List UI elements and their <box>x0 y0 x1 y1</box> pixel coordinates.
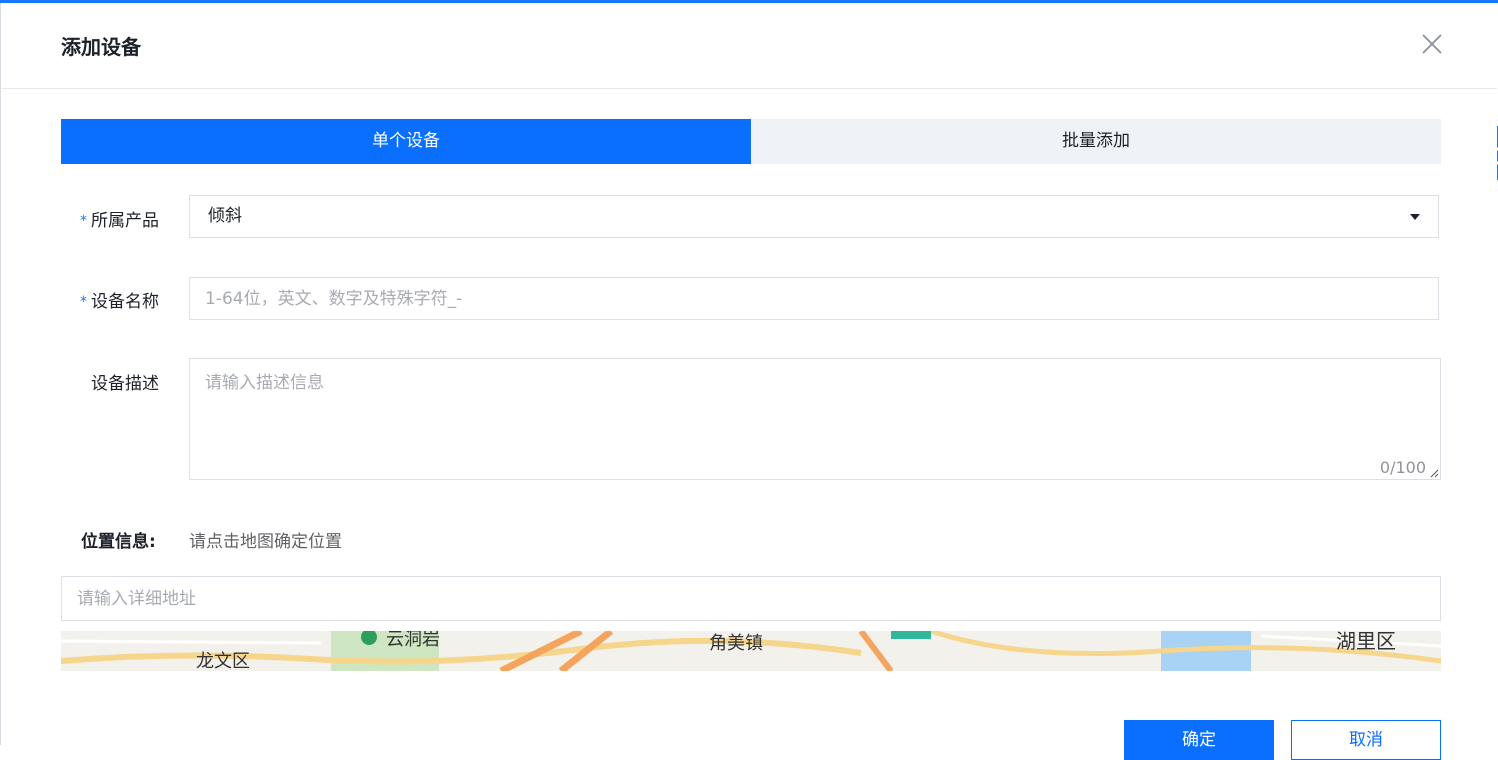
dialog-title: 添加设备 <box>61 35 141 59</box>
required-mark: * <box>80 213 87 229</box>
dialog-header: 添加设备 <box>1 3 1497 89</box>
resize-handle-icon[interactable] <box>1430 469 1439 478</box>
device-mode-tabs: 单个设备 批量添加 <box>61 119 1441 164</box>
caret-down-icon <box>1410 214 1420 220</box>
map-label-jiaomei: 角美镇 <box>709 633 763 654</box>
required-mark: * <box>80 294 87 310</box>
description-label: 设备描述 <box>91 374 159 394</box>
close-icon <box>1422 34 1442 54</box>
description-textarea[interactable] <box>190 359 1440 479</box>
map-label-longwen: 龙文区 <box>196 651 250 671</box>
location-map[interactable]: 龙文区 云洞岩 角美镇 湖里区 <box>61 631 1441 671</box>
add-device-dialog: 添加设备 单个设备 批量添加 *所属产品 倾斜 *设备名称 设备描述 0/100… <box>0 3 1497 760</box>
product-label-text: 所属产品 <box>91 211 159 231</box>
device-name-label: * 设备名称 <box>59 287 159 312</box>
map-label-huli: 湖里区 <box>1336 631 1396 653</box>
tab-batch-add[interactable]: 批量添加 <box>751 119 1441 164</box>
product-select-value: 倾斜 <box>208 206 242 226</box>
confirm-button[interactable]: 确定 <box>1124 720 1274 760</box>
map-label-yundongyan: 云洞岩 <box>386 631 440 650</box>
description-char-counter: 0/100 <box>1379 458 1426 477</box>
location-label: 位置信息: <box>81 532 156 552</box>
close-button[interactable] <box>1417 29 1447 59</box>
tab-single-device[interactable]: 单个设备 <box>61 119 751 164</box>
location-hint: 请点击地图确定位置 <box>189 532 342 552</box>
description-textarea-wrapper: 0/100 <box>189 358 1441 480</box>
device-name-label-text: 设备名称 <box>91 292 159 312</box>
device-name-input[interactable] <box>189 277 1439 320</box>
product-label: * 所属产品 <box>59 206 159 231</box>
cancel-button[interactable]: 取消 <box>1291 720 1441 760</box>
address-input[interactable] <box>61 576 1441 621</box>
product-select[interactable]: 倾斜 <box>189 195 1439 238</box>
